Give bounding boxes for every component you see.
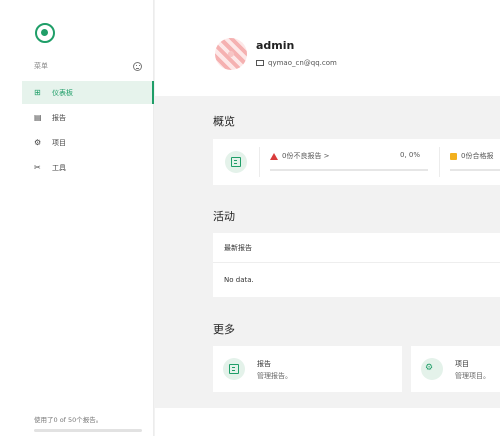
user-name: admin xyxy=(256,39,295,52)
overview-title: 概览 xyxy=(213,115,235,128)
avatar[interactable] xyxy=(215,38,247,70)
activity-card: 最新报告 No data. xyxy=(213,233,500,297)
sidebar-item-label: 项目 xyxy=(52,138,66,147)
user-email: qymao_cn@qq.com xyxy=(256,59,337,67)
usage-text: 使用了0 of 50个报告。 xyxy=(34,416,103,424)
dashboard-icon: ⊞ xyxy=(34,88,41,97)
more-card-projects[interactable]: ⚙ 项目 管理项目。 xyxy=(411,346,500,392)
more-card-title: 报告 xyxy=(257,360,271,368)
profile-header: admin qymao_cn@qq.com xyxy=(155,0,500,96)
project-icon: ⚙ xyxy=(34,138,42,147)
sidebar: 菜单 ⊞ 仪表板 ▤ 报告 ⚙ 项目 ✂ 工具 使用了0 of 50个报告。 xyxy=(0,0,154,436)
menu-label: 菜单 xyxy=(34,62,48,70)
menu-header: 菜单 xyxy=(34,60,142,72)
divider xyxy=(259,147,260,177)
sidebar-item-label: 工具 xyxy=(52,163,66,172)
more-card-title: 项目 xyxy=(455,360,469,368)
user-email-text: qymao_cn@qq.com xyxy=(268,59,337,67)
latest-reports-header: 最新报告 xyxy=(224,244,252,252)
report-icon: ▤ xyxy=(34,113,42,122)
more-card-reports[interactable]: 报告 管理报告。 xyxy=(213,346,402,392)
good-reports-bar xyxy=(450,169,500,171)
more-card-desc: 管理报告。 xyxy=(257,372,292,380)
usage-progress-bar xyxy=(34,429,142,432)
collapse-menu-icon[interactable] xyxy=(133,61,142,71)
app-logo[interactable] xyxy=(35,23,55,43)
sidebar-nav: ⊞ 仪表板 ▤ 报告 ⚙ 项目 ✂ 工具 xyxy=(22,81,154,181)
bad-reports-bar xyxy=(270,169,428,171)
sidebar-item-label: 仪表板 xyxy=(52,88,73,97)
sidebar-item-projects[interactable]: ⚙ 项目 xyxy=(22,131,154,154)
more-card-desc: 管理项目。 xyxy=(455,372,490,380)
sidebar-item-label: 报告 xyxy=(52,113,66,122)
good-reports-label: 0份合格报 xyxy=(461,152,494,160)
report-summary-icon xyxy=(225,151,247,173)
bad-reports-label: 0份不良报告 > xyxy=(282,152,330,160)
divider xyxy=(213,262,500,263)
tools-icon: ✂ xyxy=(34,163,41,172)
project-icon: ⚙ xyxy=(421,358,443,380)
footer-area xyxy=(155,408,500,436)
overview-card: 0份不良报告 > 0, 0% 0份合格报 xyxy=(213,139,500,185)
warning-triangle-icon xyxy=(270,152,278,160)
divider xyxy=(439,147,440,177)
sidebar-item-tools[interactable]: ✂ 工具 xyxy=(22,156,154,179)
mail-icon xyxy=(256,60,264,66)
sidebar-item-reports[interactable]: ▤ 报告 xyxy=(22,106,154,129)
bad-reports-link[interactable]: 0份不良报告 > xyxy=(270,151,330,161)
good-reports-link[interactable]: 0份合格报 xyxy=(450,151,493,161)
report-icon xyxy=(223,358,245,380)
good-reports-marker-icon xyxy=(450,152,457,160)
sidebar-item-dashboard[interactable]: ⊞ 仪表板 xyxy=(22,81,154,104)
more-title: 更多 xyxy=(213,323,235,336)
bad-reports-stats: 0, 0% xyxy=(400,151,421,159)
empty-state-text: No data. xyxy=(224,276,254,284)
activity-title: 活动 xyxy=(213,210,235,223)
